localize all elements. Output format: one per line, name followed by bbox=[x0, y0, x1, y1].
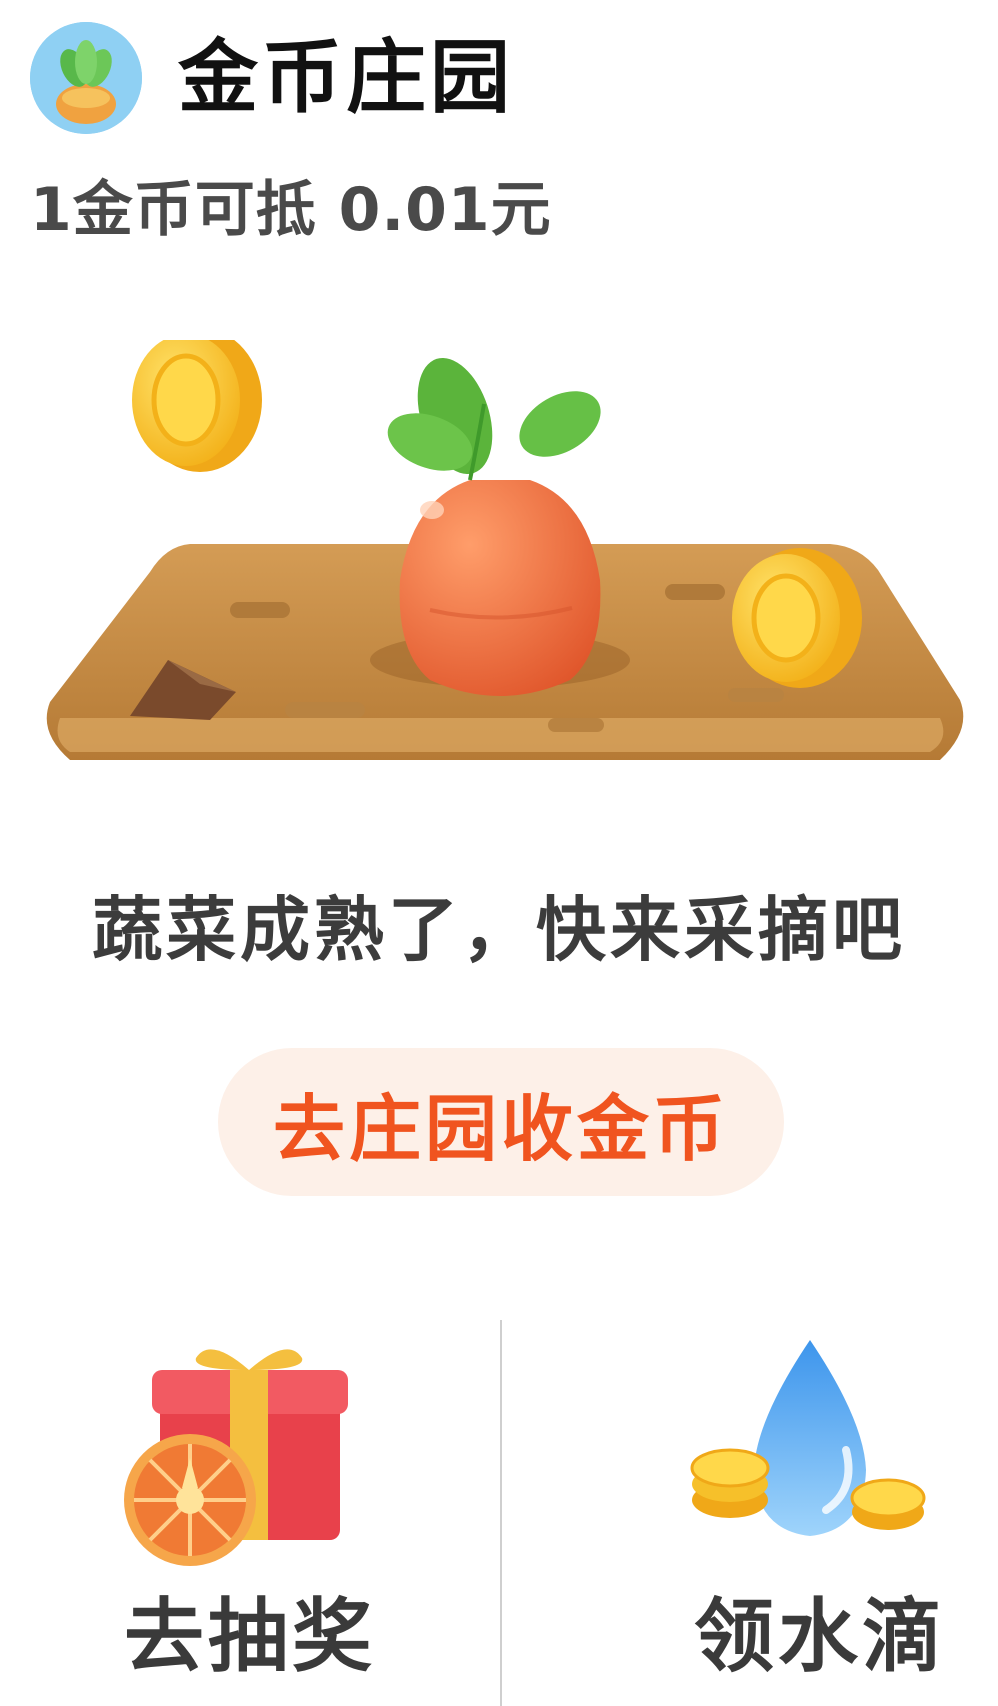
farm-scene[interactable] bbox=[0, 340, 998, 850]
collect-coins-button[interactable]: 去庄园收金币 bbox=[218, 1048, 784, 1196]
harvest-status-text: 蔬菜成熟了，快来采摘吧 bbox=[92, 889, 906, 971]
coin-right bbox=[732, 548, 862, 688]
gift-wheel-icon bbox=[100, 1340, 400, 1580]
exchange-rate-text: 1金币可抵 0.01元 bbox=[30, 175, 552, 245]
water-drop-label: 领水滴 bbox=[694, 1590, 946, 1683]
carrot bbox=[387, 357, 601, 696]
carrot-avatar-icon bbox=[30, 22, 142, 134]
divider bbox=[500, 1320, 502, 1706]
water-drop-tile[interactable]: 领水滴 bbox=[580, 1320, 998, 1706]
water-drop-coins-icon bbox=[660, 1340, 960, 1580]
page-title: 金币庄园 bbox=[178, 31, 514, 124]
header: 金币庄园 1金币可抵 0.01元 bbox=[0, 0, 998, 245]
lottery-tile[interactable]: 去抽奖 bbox=[80, 1320, 500, 1706]
coin-left bbox=[132, 340, 262, 472]
lottery-label: 去抽奖 bbox=[124, 1590, 376, 1683]
